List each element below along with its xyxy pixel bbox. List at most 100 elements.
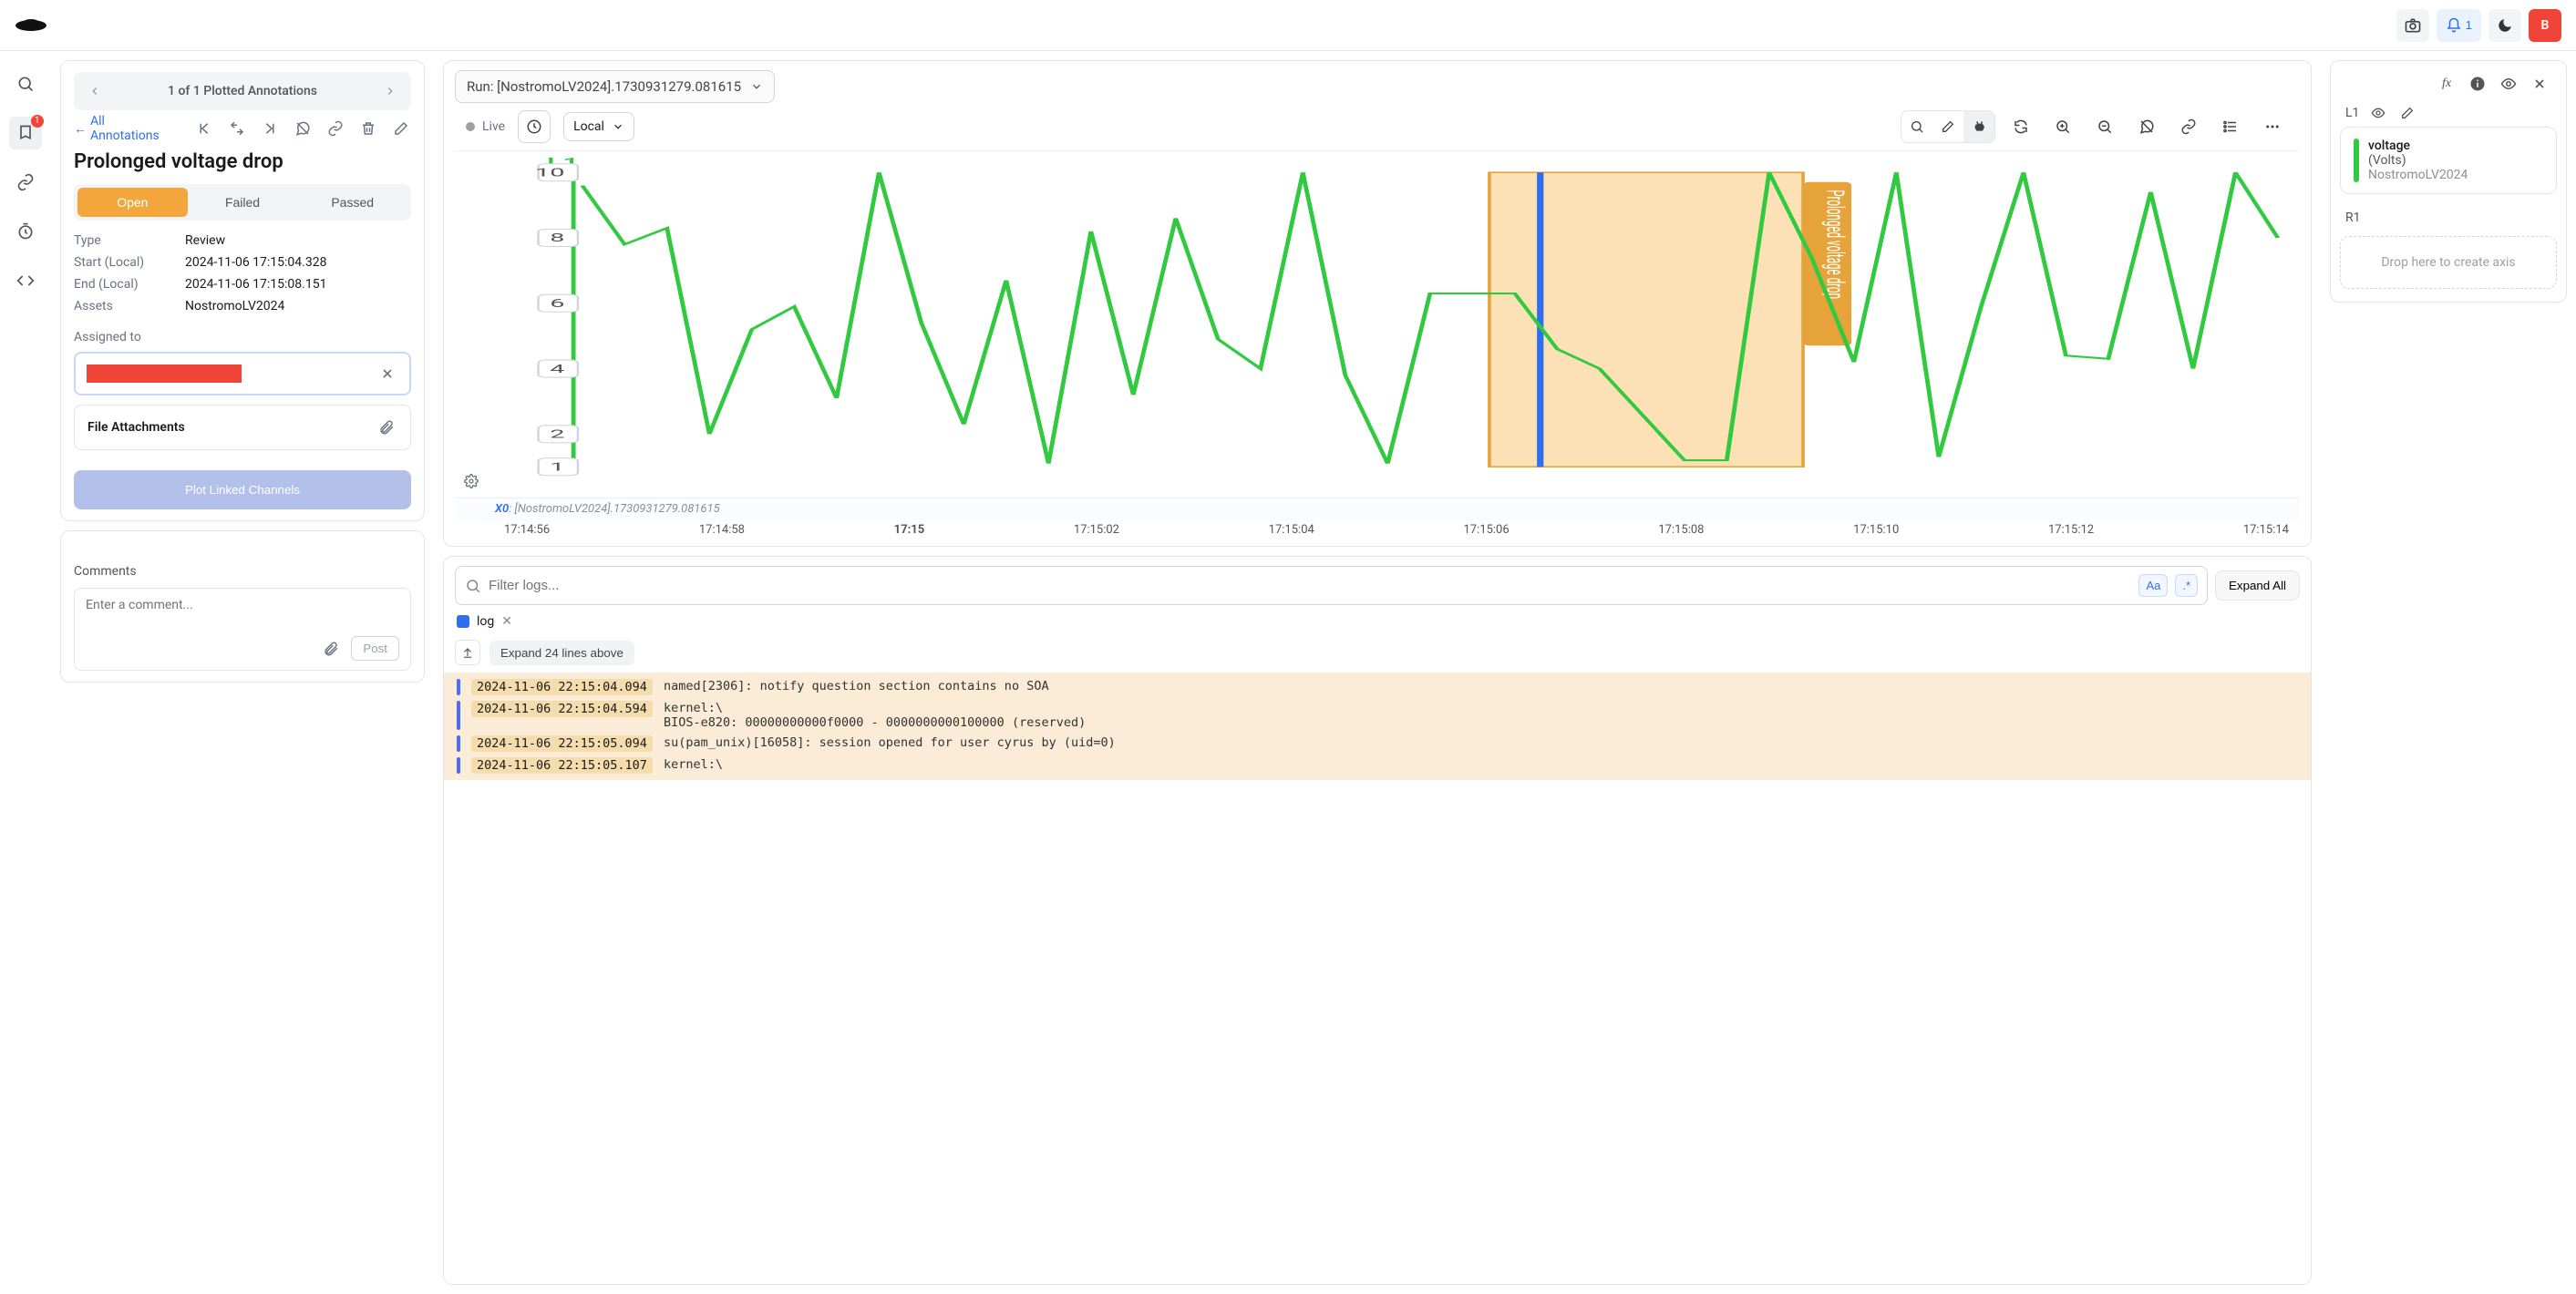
chart-zoom-out-button[interactable]	[2088, 110, 2121, 143]
log-line[interactable]: 2024-11-06 22:15:04.594kernel:\ BIOS-e82…	[444, 698, 2311, 733]
expand-all-button[interactable]: Expand All	[2215, 570, 2300, 601]
chart-list-button[interactable]	[2214, 110, 2247, 143]
mute-chat-icon[interactable]	[293, 118, 313, 139]
channel-unit: (Volts)	[2368, 153, 2468, 168]
r1-axis-header: R1	[2340, 207, 2557, 229]
axis-drop-zone[interactable]: Drop here to create axis	[2340, 236, 2557, 289]
comment-input[interactable]	[86, 598, 399, 627]
fit-icon[interactable]	[227, 118, 247, 139]
fx-icon[interactable]: fx	[2437, 74, 2457, 94]
pager-text: 1 of 1 Plotted Annotations	[168, 84, 317, 98]
plot-linked-channels-button[interactable]: Plot Linked Channels	[74, 470, 411, 509]
assigned-to-field[interactable]	[74, 352, 411, 395]
chart-toolbar: Live Local	[455, 103, 2300, 151]
chart-mode-group	[1901, 110, 1995, 143]
back-to-annotations-link[interactable]: ← All Annotations	[74, 114, 169, 143]
rail-timer[interactable]	[9, 215, 42, 248]
rail-code[interactable]	[9, 264, 42, 297]
visibility-icon[interactable]	[2499, 74, 2519, 94]
log-chip-remove[interactable]: ✕	[501, 614, 512, 629]
log-chip-label: log	[477, 614, 494, 629]
axis-visibility-icon[interactable]	[2368, 103, 2388, 123]
log-line[interactable]: 2024-11-06 22:15:04.094 named[2306]: noti…	[444, 676, 2311, 698]
jump-start-icon[interactable]	[194, 118, 214, 139]
status-failed[interactable]: Failed	[188, 188, 298, 217]
chart-pan-button[interactable]	[1963, 111, 1994, 142]
app-logo	[15, 9, 47, 42]
timezone-select[interactable]: Local	[563, 112, 634, 141]
svg-text:8: 8	[550, 231, 564, 245]
log-line[interactable]: 2024-11-06 22:15:05.107kernel:\	[444, 755, 2311, 776]
annotation-panel: 1 of 1 Plotted Annotations ← All Annotat…	[51, 51, 434, 1294]
file-attachments-row[interactable]: File Attachments	[74, 405, 411, 450]
chart-search-button[interactable]	[1901, 111, 1932, 142]
status-passed[interactable]: Passed	[297, 188, 407, 217]
pager-next[interactable]	[376, 77, 404, 105]
topbar: 1 B	[0, 0, 2576, 51]
x0-row: X0: [NostromoLV2024].1730931279.081615	[455, 498, 2300, 521]
chart-settings-icon[interactable]	[460, 470, 482, 492]
log-timestamp: 2024-11-06 22:15:04.594	[471, 701, 653, 717]
clock-button[interactable]	[518, 110, 551, 143]
info-icon[interactable]	[2468, 74, 2488, 94]
l1-axis-header: L1	[2340, 99, 2557, 127]
log-filter-input[interactable]	[489, 578, 2131, 593]
status-open[interactable]: Open	[77, 188, 188, 217]
log-timestamp: 2024-11-06 22:15:05.107	[471, 757, 653, 774]
user-avatar[interactable]: B	[2529, 9, 2561, 42]
topbar-actions: 1 B	[2396, 9, 2561, 42]
edit-icon[interactable]	[391, 118, 411, 139]
search-icon	[465, 578, 481, 594]
theme-toggle-button[interactable]	[2488, 9, 2521, 42]
chart-comment-button[interactable]	[2130, 110, 2163, 143]
svg-text:4: 4	[550, 362, 565, 375]
chart-edit-button[interactable]	[1932, 111, 1963, 142]
paperclip-icon	[376, 416, 397, 438]
close-panel-icon[interactable]	[2530, 74, 2550, 94]
comments-heading: Comments	[74, 564, 411, 579]
axis-panel-toolbar: fx	[2340, 68, 2557, 99]
run-selector[interactable]: Run: [NostromoLV2024].1730931279.081615	[455, 70, 775, 103]
annotation-meta: TypeReview Start (Local)2024-11-06 17:15…	[74, 233, 411, 313]
chart-svg: L1 1246810 Prolonged voltage drop	[455, 151, 2300, 498]
attach-to-comment-icon[interactable]	[320, 638, 342, 660]
channel-card[interactable]: voltage (Volts) NostromoLV2024	[2340, 127, 2557, 194]
log-search-row: Aa .* Expand All	[444, 557, 2311, 614]
camera-button[interactable]	[2396, 9, 2429, 42]
pager-prev[interactable]	[81, 77, 108, 105]
copy-link-icon[interactable]	[325, 118, 345, 139]
clear-assignee-icon[interactable]	[376, 363, 398, 385]
annotation-pager: 1 of 1 Plotted Annotations	[74, 72, 411, 110]
chart-more-button[interactable]	[2256, 110, 2289, 143]
chart-zoom-in-button[interactable]	[2046, 110, 2079, 143]
svg-text:1: 1	[550, 460, 564, 474]
annotation-title: Prolonged voltage drop	[74, 150, 411, 173]
log-filter-input-wrap: Aa .*	[455, 566, 2208, 605]
chart-plot[interactable]: L1 1246810 Prolonged voltage drop	[455, 151, 2300, 498]
notifications-count: 1	[2466, 18, 2472, 32]
rail-search[interactable]	[9, 67, 42, 100]
regex-toggle[interactable]: .*	[2175, 574, 2198, 597]
rail-links[interactable]	[9, 166, 42, 199]
notifications-button[interactable]: 1	[2437, 9, 2481, 42]
axis-panel: fx L1 voltage (Volts) NostromoLV2024	[2321, 51, 2576, 1294]
jump-end-icon[interactable]	[260, 118, 280, 139]
expand-above-button[interactable]: Expand 24 lines above	[489, 641, 634, 665]
log-lines: 2024-11-06 22:15:04.094 named[2306]: noti…	[444, 673, 2311, 780]
channel-color-swatch	[2354, 139, 2359, 182]
svg-text:2: 2	[550, 427, 564, 441]
chart-refresh-button[interactable]	[2004, 110, 2037, 143]
post-comment-button[interactable]: Post	[351, 636, 399, 661]
expand-above-icon[interactable]	[455, 640, 480, 665]
log-line[interactable]: 2024-11-06 22:15:05.094su(pam_unix)[1605…	[444, 733, 2311, 755]
live-indicator[interactable]: Live	[466, 119, 505, 134]
delete-icon[interactable]	[358, 118, 378, 139]
rail-annotations[interactable]: 1	[9, 117, 42, 149]
case-toggle[interactable]: Aa	[2138, 574, 2168, 597]
log-message: named[2306]: notify question section con…	[664, 679, 2298, 693]
log-timestamp: 2024-11-06 22:15:04.094	[471, 679, 653, 695]
svg-text:6: 6	[550, 297, 564, 311]
chart-link-button[interactable]	[2172, 110, 2205, 143]
axis-edit-icon[interactable]	[2397, 103, 2417, 123]
assigned-to-label: Assigned to	[74, 330, 411, 344]
